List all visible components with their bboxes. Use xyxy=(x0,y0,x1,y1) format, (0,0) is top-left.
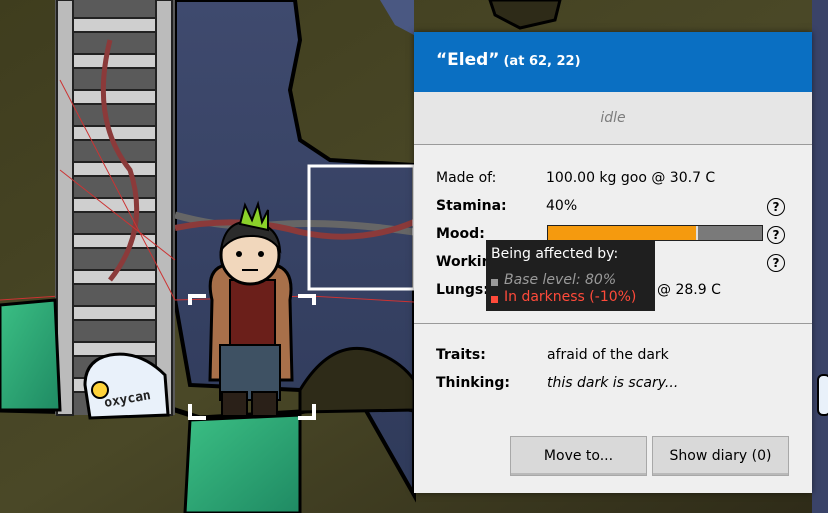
status-text: idle xyxy=(414,92,812,145)
traits-label: Traits: xyxy=(436,347,486,363)
made-of-label: Made of: xyxy=(436,170,497,186)
thinking-label: Thinking: xyxy=(436,375,510,391)
thinking-value: this dark is scary... xyxy=(547,375,679,391)
mood-help-icon[interactable]: ? xyxy=(767,226,785,244)
darkness-bullet-icon xyxy=(491,296,498,303)
mood-tooltip: Being affected by: Base level: 80% In da… xyxy=(486,240,655,311)
show-diary-button[interactable]: Show diary (0) xyxy=(652,436,789,476)
mood-bar-fill xyxy=(548,226,696,240)
panel-title: “Eled” (at 62, 22) xyxy=(436,50,581,70)
base-bullet-icon xyxy=(491,279,498,286)
tooltip-darkness: In darkness (-10%) xyxy=(504,289,637,305)
panel-header: “Eled” (at 62, 22) xyxy=(414,32,812,92)
duplicant-coords: (at 62, 22) xyxy=(503,54,581,69)
stamina-value: 40% xyxy=(546,198,578,214)
stamina-label: Stamina: xyxy=(436,198,507,214)
mood-label: Mood: xyxy=(436,226,485,242)
lungs-label: Lungs: xyxy=(436,282,489,298)
lungs-value: @ 28.9 C xyxy=(657,282,721,298)
working-help-icon[interactable]: ? xyxy=(767,254,785,272)
divider xyxy=(414,323,812,324)
stamina-help-icon[interactable]: ? xyxy=(767,198,785,216)
mood-bar xyxy=(547,225,763,241)
tooltip-base-level: Base level: 80% xyxy=(504,272,617,288)
traits-value: afraid of the dark xyxy=(547,347,669,363)
tooltip-title: Being affected by: xyxy=(491,246,619,262)
made-of-value: 100.00 kg goo @ 30.7 C xyxy=(546,170,716,186)
move-to-button[interactable]: Move to... xyxy=(510,436,647,476)
mood-base-marker xyxy=(696,226,698,240)
duplicant-name: “Eled” xyxy=(436,50,500,70)
